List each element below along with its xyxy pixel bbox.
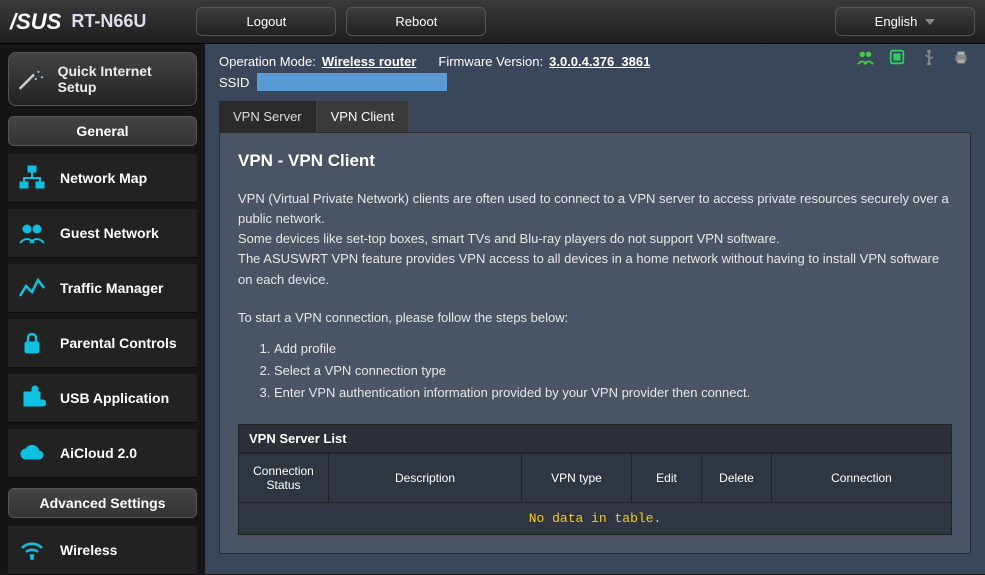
panel-p3: The ASUSWRT VPN feature provides VPN acc… <box>238 249 952 289</box>
sidebar-item-label: Traffic Manager <box>60 280 163 296</box>
panel-p1: VPN (Virtual Private Network) clients ar… <box>238 189 952 229</box>
language-select[interactable]: English <box>835 7 975 36</box>
col-vpn-type: VPN type <box>522 454 632 503</box>
table-empty-row: No data in table. <box>239 503 952 535</box>
content-area: Operation Mode: Wireless router Firmware… <box>205 44 985 574</box>
col-connection-status: Connection Status <box>239 454 329 503</box>
sidebar-item-label: Network Map <box>60 170 147 186</box>
brand-logo: /SUS <box>10 9 61 35</box>
main-layout: Quick Internet Setup General Network Map… <box>0 44 985 574</box>
col-description: Description <box>329 454 522 503</box>
quick-internet-setup-button[interactable]: Quick Internet Setup <box>8 52 197 106</box>
sidebar-item-label: USB Application <box>60 390 169 406</box>
usb-icon[interactable] <box>919 48 939 66</box>
chevron-down-icon <box>925 19 935 25</box>
col-delete: Delete <box>702 454 772 503</box>
sidebar: Quick Internet Setup General Network Map… <box>0 44 205 574</box>
step-item: Add profile <box>274 338 952 360</box>
sidebar-item-traffic-manager[interactable]: Traffic Manager <box>8 264 197 313</box>
model-label: RT-N66U <box>71 11 146 32</box>
section-header-general: General <box>8 116 197 146</box>
ssid-value-redacted <box>257 73 447 91</box>
info-line-2: SSID <box>219 73 971 91</box>
sidebar-item-label: Guest Network <box>60 225 159 241</box>
sidebar-item-label: Parental Controls <box>60 335 177 351</box>
tab-vpn-server[interactable]: VPN Server <box>219 101 317 132</box>
network-layers-icon[interactable] <box>887 48 907 66</box>
steps-list: Add profile Select a VPN connection type… <box>274 338 952 404</box>
sidebar-item-parental-controls[interactable]: Parental Controls <box>8 319 197 368</box>
top-bar: /SUS RT-N66U Logout Reboot English <box>0 0 985 44</box>
section-header-advanced: Advanced Settings <box>8 488 197 518</box>
language-label: English <box>875 14 918 29</box>
op-mode-value[interactable]: Wireless router <box>322 54 417 69</box>
network-map-icon <box>18 164 46 192</box>
tab-vpn-client[interactable]: VPN Client <box>317 101 410 132</box>
fw-label: Firmware Version: <box>438 54 543 69</box>
step-item: Select a VPN connection type <box>274 360 952 382</box>
wifi-icon <box>18 536 46 564</box>
wand-icon <box>17 68 46 90</box>
status-icons <box>855 48 971 66</box>
sidebar-item-label: AiCloud 2.0 <box>60 445 137 461</box>
page-title: VPN - VPN Client <box>238 151 952 171</box>
users-icon[interactable] <box>855 48 875 66</box>
logout-button[interactable]: Logout <box>196 7 336 36</box>
sidebar-item-aicloud[interactable]: AiCloud 2.0 <box>8 429 197 478</box>
info-line-1: Operation Mode: Wireless router Firmware… <box>219 54 855 69</box>
fw-value[interactable]: 3.0.0.4.376_3861 <box>549 54 650 69</box>
reboot-button[interactable]: Reboot <box>346 7 486 36</box>
col-connection: Connection <box>772 454 952 503</box>
op-mode-label: Operation Mode: <box>219 54 316 69</box>
qis-label: Quick Internet Setup <box>58 63 188 95</box>
panel-p4: To start a VPN connection, please follow… <box>238 308 952 328</box>
table-header-row: Connection Status Description VPN type E… <box>239 454 952 503</box>
empty-message: No data in table. <box>239 503 952 535</box>
printer-icon[interactable] <box>951 48 971 66</box>
lock-icon <box>18 329 46 357</box>
server-list-title: VPN Server List <box>238 424 952 453</box>
sidebar-item-label: Wireless <box>60 542 117 558</box>
sidebar-item-guest-network[interactable]: Guest Network <box>8 209 197 258</box>
step-item: Enter VPN authentication information pro… <box>274 382 952 404</box>
ssid-label: SSID <box>219 75 249 90</box>
cloud-icon <box>18 439 46 467</box>
sidebar-item-wireless[interactable]: Wireless <box>8 526 197 575</box>
sidebar-item-usb-application[interactable]: USB Application <box>8 374 197 423</box>
panel-p2: Some devices like set-top boxes, smart T… <box>238 229 952 249</box>
puzzle-icon <box>18 384 46 412</box>
panel-vpn-client: VPN - VPN Client VPN (Virtual Private Ne… <box>219 132 971 554</box>
traffic-manager-icon <box>18 274 46 302</box>
tabs: VPN Server VPN Client <box>219 101 971 132</box>
vpn-server-list-table: Connection Status Description VPN type E… <box>238 453 952 535</box>
guest-network-icon <box>18 219 46 247</box>
sidebar-item-network-map[interactable]: Network Map <box>8 154 197 203</box>
col-edit: Edit <box>632 454 702 503</box>
